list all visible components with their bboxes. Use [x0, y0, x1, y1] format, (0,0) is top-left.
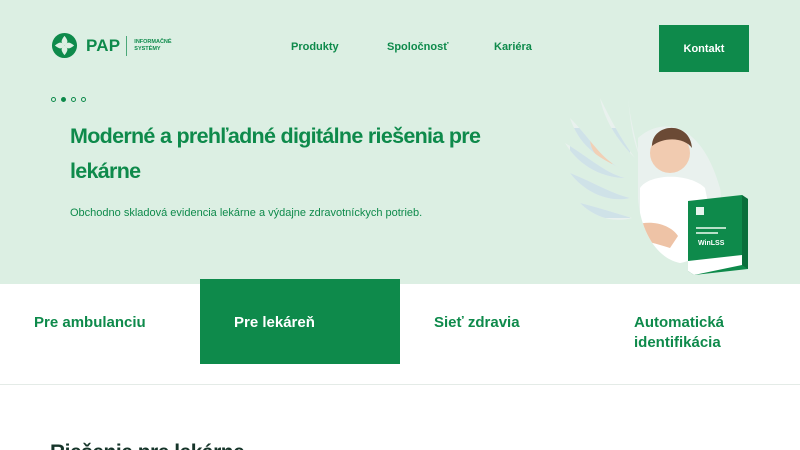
tab-label: Sieť zdravia: [434, 314, 520, 331]
section-heading: Riešenie pre lekárne: [50, 441, 245, 450]
hero-banner: PAP INFORMAČNÉ SYSTÉMY Produkty Spoločno…: [0, 0, 800, 284]
tab-pre-lekaren[interactable]: Pre lekáreň: [200, 279, 400, 364]
slider-dot-1[interactable]: [51, 97, 56, 102]
tab-label: Automatická identifikácia: [634, 314, 725, 351]
tab-siet-zdravia[interactable]: Sieť zdravia: [400, 279, 600, 364]
logo-subtitle-line-1: INFORMAČNÉ: [134, 38, 172, 45]
logo-divider: [126, 35, 128, 56]
slider-dot-3[interactable]: [71, 97, 76, 102]
nav-produkty[interactable]: Produkty: [291, 41, 339, 53]
tab-label: Pre lekáreň: [234, 314, 315, 331]
winlss-product-box: WinLSS: [688, 195, 748, 275]
logo-wordmark: PAP: [86, 35, 121, 55]
tab-label: Pre ambulanciu: [34, 314, 146, 331]
hero-subtitle: Obchodno skladová evidencia lekárne a vý…: [70, 207, 423, 219]
hero-title: Moderné a prehľadné digitálne riešenia p…: [70, 124, 481, 183]
slider-dot-4[interactable]: [81, 97, 86, 102]
contact-button[interactable]: Kontakt: [659, 25, 749, 72]
tab-pre-ambulanciu[interactable]: Pre ambulanciu: [0, 279, 200, 364]
solution-tabs: Pre ambulanciu Pre lekáreň Sieť zdravia …: [0, 279, 800, 385]
logo-subtitle-line-2: SYSTÉMY: [134, 45, 161, 52]
logo-subtitle: INFORMAČNÉ SYSTÉMY: [134, 39, 171, 53]
slider-pagination: [51, 97, 86, 102]
nav-spolocnost[interactable]: Spoločnosť: [387, 41, 449, 53]
tabs-divider: [0, 384, 800, 385]
logo[interactable]: PAP INFORMAČNÉ SYSTÉMY: [51, 32, 172, 59]
pap-logo-icon: [51, 32, 78, 59]
slider-dot-2[interactable]: [61, 97, 66, 102]
nav-kariera[interactable]: Kariéra: [494, 41, 532, 53]
tab-automaticka-identifikacia[interactable]: Automatická identifikácia: [600, 279, 800, 364]
product-box-label: WinLSS: [698, 240, 725, 247]
